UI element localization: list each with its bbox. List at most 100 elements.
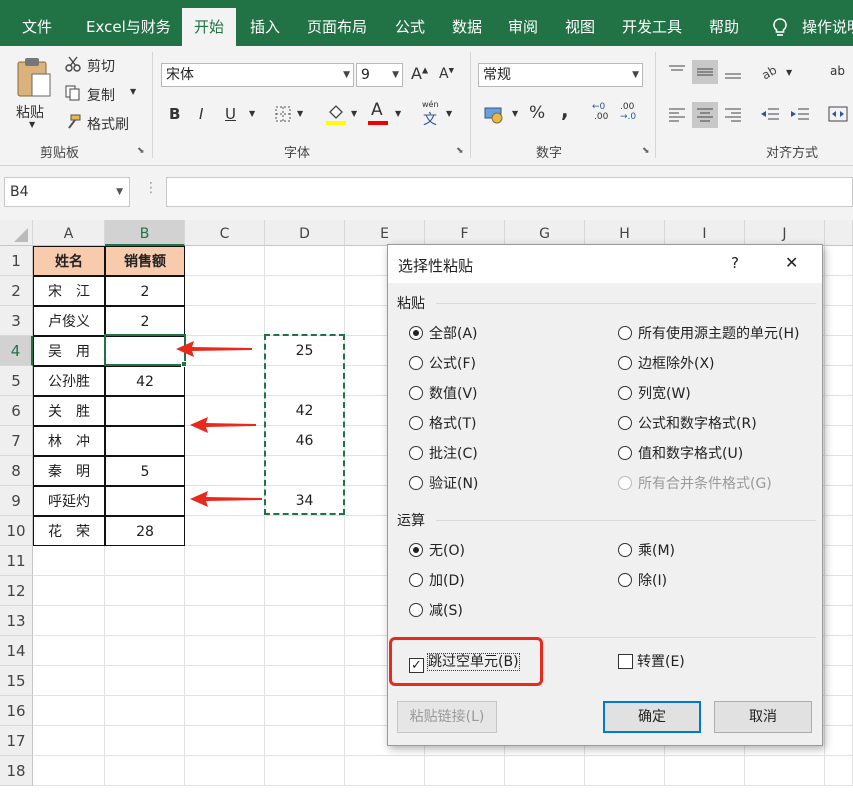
cell[interactable] <box>185 636 265 666</box>
column-header-d[interactable]: D <box>265 220 345 246</box>
align-left-icon[interactable] <box>668 106 686 122</box>
align-bottom-icon[interactable] <box>724 64 742 80</box>
chevron-down-icon[interactable]: ▼ <box>351 109 357 118</box>
close-button[interactable]: ✕ <box>785 253 798 272</box>
tab-formulas[interactable]: 公式 <box>395 0 425 46</box>
cell[interactable] <box>105 666 185 696</box>
skip-blanks-checkbox[interactable]: ✓ 跳过空单元(B) <box>409 653 520 673</box>
row-header-15[interactable]: 15 <box>0 666 33 696</box>
table-cell[interactable]: 呼延灼 <box>33 486 105 516</box>
table-cell[interactable]: 公孙胜 <box>33 366 105 396</box>
align-right-icon[interactable] <box>724 106 742 122</box>
cell[interactable] <box>505 756 585 786</box>
number-format-select[interactable]: 常规 ▼ <box>478 63 643 87</box>
font-name-select[interactable]: 宋体 ▼ <box>161 63 354 87</box>
row-header-12[interactable]: 12 <box>0 576 33 606</box>
bold-button[interactable]: B <box>169 105 180 123</box>
cell[interactable] <box>185 696 265 726</box>
table-header[interactable]: 姓名 <box>33 246 105 276</box>
cell[interactable] <box>745 756 825 786</box>
row-header-10[interactable]: 10 <box>0 516 33 546</box>
borders-icon[interactable] <box>275 106 291 122</box>
cell[interactable] <box>825 576 853 606</box>
paste-option-radio[interactable]: 值和数字格式(U) <box>618 445 743 463</box>
fill-handle[interactable] <box>181 361 187 367</box>
cell[interactable] <box>265 666 345 696</box>
column-header-a[interactable]: A <box>33 220 105 246</box>
cell[interactable] <box>825 666 853 696</box>
cell[interactable] <box>185 246 265 276</box>
row-header-6[interactable]: 6 <box>0 396 33 426</box>
row-header-14[interactable]: 14 <box>0 636 33 666</box>
operation-option-radio[interactable]: 加(D) <box>409 572 465 590</box>
cell[interactable] <box>265 576 345 606</box>
cell[interactable] <box>825 306 853 336</box>
table-cell[interactable]: 2 <box>105 306 185 336</box>
cell[interactable] <box>825 696 853 726</box>
tab-review[interactable]: 审阅 <box>508 0 538 46</box>
cell[interactable] <box>825 756 853 786</box>
cell[interactable] <box>185 366 265 396</box>
merge-center-icon[interactable] <box>828 106 848 122</box>
operation-option-radio[interactable]: 减(S) <box>409 602 463 620</box>
row-header-7[interactable]: 7 <box>0 426 33 456</box>
cell[interactable] <box>185 456 265 486</box>
cell[interactable] <box>585 756 665 786</box>
cell[interactable] <box>825 336 853 366</box>
cell[interactable] <box>33 756 105 786</box>
percent-button[interactable]: % <box>529 103 545 123</box>
column-header-i[interactable]: I <box>665 220 745 246</box>
shrink-font-button[interactable]: A▼ <box>439 66 454 82</box>
row-header-13[interactable]: 13 <box>0 606 33 636</box>
chevron-down-icon[interactable]: ▼ <box>446 109 452 118</box>
row-header-11[interactable]: 11 <box>0 546 33 576</box>
cell[interactable] <box>105 636 185 666</box>
table-header[interactable]: 销售额 <box>105 246 185 276</box>
chevron-down-icon[interactable]: ▼ <box>297 109 303 118</box>
cell[interactable] <box>33 546 105 576</box>
cell[interactable] <box>825 456 853 486</box>
cell[interactable] <box>185 606 265 636</box>
table-cell[interactable]: 42 <box>105 366 185 396</box>
table-cell[interactable]: 卢俊义 <box>33 306 105 336</box>
cell[interactable] <box>185 306 265 336</box>
row-header-4[interactable]: 4 <box>0 336 33 366</box>
table-cell[interactable] <box>105 486 185 516</box>
cell[interactable] <box>825 516 853 546</box>
cell[interactable] <box>33 726 105 756</box>
paste-option-radio[interactable]: 边框除外(X) <box>618 355 715 373</box>
cell[interactable] <box>825 636 853 666</box>
cut-button[interactable]: 剪切 <box>87 56 115 76</box>
cell[interactable] <box>345 756 425 786</box>
cell[interactable] <box>105 726 185 756</box>
formula-input[interactable] <box>166 177 853 207</box>
cell[interactable] <box>185 576 265 606</box>
tab-developer[interactable]: 开发工具 <box>622 0 682 46</box>
table-cell[interactable]: 秦 明 <box>33 456 105 486</box>
tab-home[interactable]: 开始 <box>182 8 237 46</box>
italic-button[interactable]: I <box>199 105 203 123</box>
currency-icon[interactable] <box>484 104 506 124</box>
row-header-16[interactable]: 16 <box>0 696 33 726</box>
align-center-button[interactable] <box>692 102 718 128</box>
table-cell[interactable]: 宋 江 <box>33 276 105 306</box>
tab-insert[interactable]: 插入 <box>250 0 280 46</box>
cell[interactable] <box>185 546 265 576</box>
grow-font-button[interactable]: A▲ <box>411 64 428 83</box>
paste-option-radio[interactable]: 批注(C) <box>409 445 478 463</box>
cell[interactable] <box>265 606 345 636</box>
cell[interactable] <box>265 546 345 576</box>
table-cell[interactable]: 2 <box>105 276 185 306</box>
comma-button[interactable]: , <box>561 98 569 122</box>
tab-page-layout[interactable]: 页面布局 <box>307 0 367 46</box>
cell[interactable] <box>185 666 265 696</box>
cell[interactable] <box>265 756 345 786</box>
row-header-5[interactable]: 5 <box>0 366 33 396</box>
table-cell[interactable]: 吴 用 <box>33 336 105 366</box>
table-cell[interactable] <box>105 396 185 426</box>
help-button[interactable]: ? <box>731 254 739 272</box>
table-cell[interactable]: 花 荣 <box>33 516 105 546</box>
cancel-button[interactable]: 取消 <box>714 701 812 733</box>
chevron-down-icon[interactable]: ▼ <box>249 109 255 118</box>
copy-button[interactable]: 复制 <box>87 85 115 105</box>
